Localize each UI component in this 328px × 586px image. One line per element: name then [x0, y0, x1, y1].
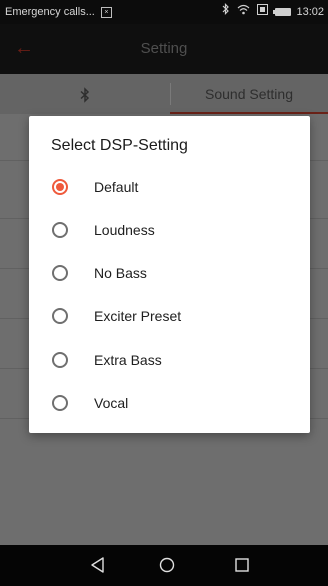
- nav-home-icon[interactable]: [147, 545, 187, 586]
- status-left: Emergency calls... ×: [5, 0, 112, 24]
- wifi-icon: [237, 0, 250, 24]
- nav-recent-icon[interactable]: [222, 545, 262, 586]
- bluetooth-icon: [79, 86, 91, 104]
- option-label: Loudness: [94, 222, 155, 238]
- tab-bar: Sound Setting: [0, 74, 328, 114]
- option-label: No Bass: [94, 265, 147, 281]
- app-bar: ← Setting: [0, 24, 328, 74]
- sim-icon: ×: [100, 6, 112, 18]
- radio-checked-icon[interactable]: [52, 179, 68, 195]
- nav-back-icon[interactable]: [78, 545, 118, 586]
- tab-bluetooth[interactable]: [0, 74, 170, 114]
- status-bar: Emergency calls... × 13:02: [0, 0, 328, 24]
- carrier-text: Emergency calls...: [5, 6, 95, 18]
- dsp-option-default[interactable]: Default: [29, 168, 310, 206]
- status-right: 13:02: [215, 0, 324, 24]
- radio-unchecked-icon[interactable]: [52, 308, 68, 324]
- page-title: Setting: [140, 40, 188, 57]
- radio-unchecked-icon[interactable]: [52, 352, 68, 368]
- radio-unchecked-icon[interactable]: [52, 265, 68, 281]
- dialog-title: Select DSP-Setting: [51, 137, 188, 154]
- option-label: Default: [94, 179, 139, 195]
- dsp-option-extra-bass[interactable]: Extra Bass: [29, 341, 310, 379]
- navigation-bar: [0, 545, 328, 586]
- tab-sound-setting[interactable]: Sound Setting: [170, 74, 328, 114]
- dsp-option-vocal[interactable]: Vocal: [29, 384, 310, 422]
- battery-icon: [273, 8, 292, 16]
- radio-unchecked-icon[interactable]: [52, 222, 68, 238]
- dsp-option-loudness[interactable]: Loudness: [29, 211, 310, 249]
- radio-unchecked-icon[interactable]: [52, 395, 68, 411]
- option-label: Exciter Preset: [94, 308, 182, 324]
- dsp-option-exciter-preset[interactable]: Exciter Preset: [29, 297, 310, 335]
- option-label: Vocal: [94, 395, 129, 411]
- bluetooth-status-icon: [222, 0, 230, 24]
- nfc-icon: [257, 0, 269, 24]
- clock: 13:02: [296, 6, 324, 18]
- dsp-option-no-bass[interactable]: No Bass: [29, 254, 310, 292]
- option-label: Extra Bass: [94, 352, 162, 368]
- dsp-setting-dialog: Select DSP-Setting Default Loudness No B…: [29, 116, 310, 433]
